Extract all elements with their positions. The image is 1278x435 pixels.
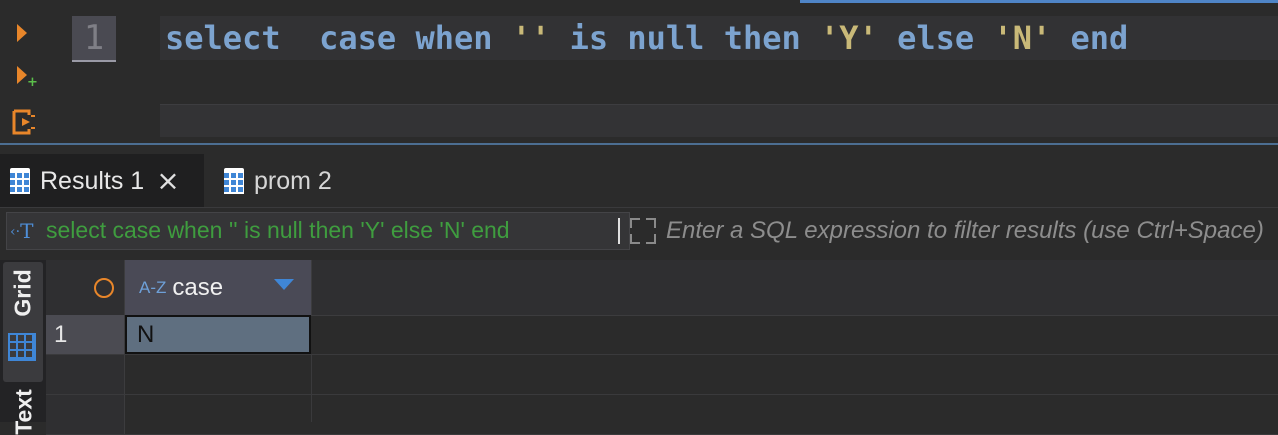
string-type-icon: A-Z	[139, 277, 167, 297]
column-divider	[311, 354, 312, 422]
select-all-icon[interactable]	[94, 278, 114, 298]
sql-whitespace	[550, 19, 569, 57]
sql-statement-line[interactable]: select case when '' is null then 'Y' els…	[165, 16, 1128, 60]
filter-query-text[interactable]: select case when '' is null then 'Y' els…	[46, 212, 510, 248]
sql-whitespace	[704, 19, 723, 57]
close-icon[interactable]: ×	[156, 167, 179, 195]
line-number: 1	[83, 18, 105, 58]
sql-whitespace	[1051, 19, 1070, 57]
sql-keyword: is	[569, 19, 609, 57]
sql-whitespace	[974, 19, 993, 57]
execute-statement-icon[interactable]	[17, 24, 27, 42]
sql-string-literal: ''	[511, 19, 551, 57]
sql-keyword: null	[627, 19, 705, 57]
editor-line-2[interactable]	[160, 104, 1278, 137]
sql-keyword: end	[1070, 19, 1129, 57]
text-caret	[618, 218, 620, 244]
tab-label: prom 2	[254, 166, 332, 195]
sql-keyword: case	[319, 19, 397, 57]
sql-keyword: when	[415, 19, 493, 57]
results-grid-icon	[10, 168, 30, 194]
editor-results-divider[interactable]	[0, 143, 1278, 145]
filter-input[interactable]: Enter a SQL expression to filter results…	[666, 212, 1278, 250]
column-header-label: case	[172, 273, 224, 301]
sql-keyword: else	[897, 19, 975, 57]
side-tab-text[interactable]: Text	[11, 389, 38, 435]
empty-row	[46, 355, 1278, 395]
sql-whitespace	[493, 19, 512, 57]
sql-keyword: select	[165, 19, 281, 57]
empty-row	[46, 395, 1278, 435]
table-cell-selected[interactable]: N	[125, 315, 311, 354]
side-tab-grid-label: Grid	[9, 269, 36, 317]
editor-scroll-indicator	[800, 0, 1278, 3]
sql-whitespace	[396, 19, 415, 57]
grid-view-icon[interactable]	[8, 333, 36, 361]
sql-whitespace	[801, 19, 820, 57]
sql-whitespace	[878, 19, 897, 57]
sort-dropdown-icon[interactable]	[274, 279, 294, 290]
tab-label: Results 1	[40, 166, 145, 195]
execute-script-icon[interactable]: +	[17, 66, 39, 92]
result-tabs-bar: Results 1 × prom 2	[0, 154, 1278, 208]
expand-icon[interactable]	[628, 216, 658, 246]
tab-prom-2[interactable]: prom 2	[214, 154, 364, 208]
sql-text-icon: ‹·T	[10, 219, 34, 243]
sql-keyword: then	[723, 19, 801, 57]
sql-whitespace	[281, 19, 320, 57]
results-grid-icon	[224, 168, 244, 194]
sql-whitespace	[608, 19, 627, 57]
row-header	[46, 355, 125, 394]
row-number: 1	[54, 321, 68, 348]
row-header	[46, 395, 125, 434]
tab-results-1[interactable]: Results 1 ×	[0, 154, 204, 208]
explain-plan-icon[interactable]	[11, 108, 37, 136]
sql-string-literal: 'Y'	[820, 19, 878, 57]
sql-string-literal: 'N'	[993, 19, 1052, 57]
